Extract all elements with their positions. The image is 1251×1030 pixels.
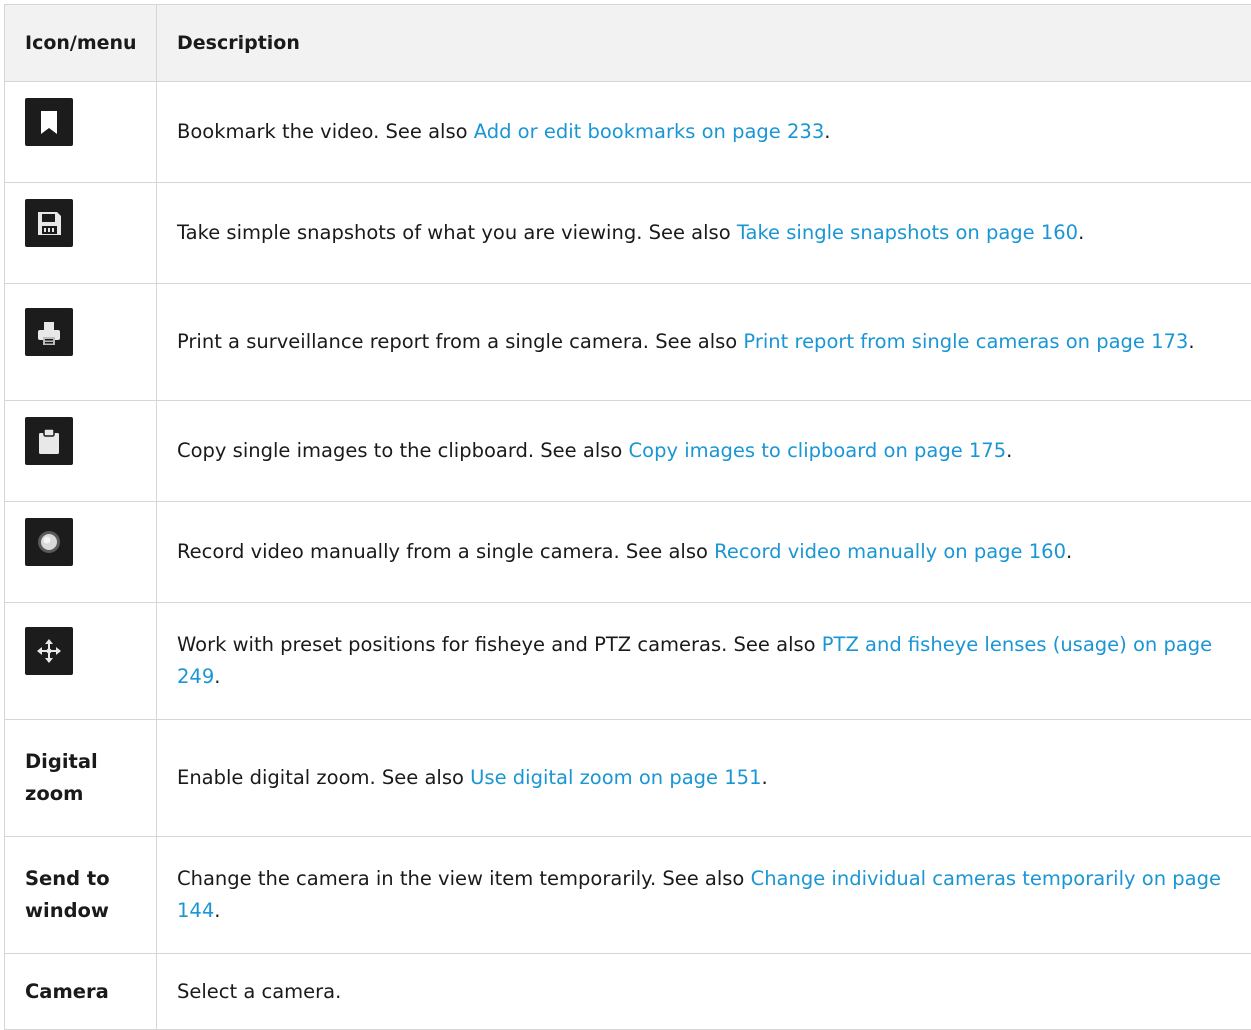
description-end: . bbox=[1066, 540, 1072, 563]
description-end: . bbox=[1188, 330, 1194, 353]
description-end: . bbox=[1078, 221, 1084, 244]
table-row: Print a surveillance report from a singl… bbox=[5, 284, 1251, 401]
clipboard-icon bbox=[25, 417, 73, 465]
description-cell: Bookmark the video. See also Add or edit… bbox=[157, 82, 1251, 183]
table-row: Send to window Change the camera in the … bbox=[5, 837, 1251, 954]
header-description: Description bbox=[157, 5, 1251, 82]
description-cell: Change the camera in the view item tempo… bbox=[157, 837, 1251, 954]
description-text: Bookmark the video. See also bbox=[177, 120, 474, 143]
link-take-single-snapshots[interactable]: Take single snapshots on page 160 bbox=[737, 221, 1078, 244]
menu-label-send-to-window: Send to window bbox=[5, 837, 157, 954]
icon-cell bbox=[5, 502, 157, 603]
table-row: Camera Select a camera. bbox=[5, 954, 1251, 1030]
description-end: . bbox=[761, 766, 767, 789]
description-cell: Copy single images to the clipboard. See… bbox=[157, 401, 1251, 502]
link-copy-images-to-clipboard[interactable]: Copy images to clipboard on page 175 bbox=[629, 439, 1007, 462]
print-icon bbox=[25, 308, 73, 356]
description-text: Record video manually from a single came… bbox=[177, 540, 714, 563]
icon-cell bbox=[5, 401, 157, 502]
description-text: Change the camera in the view item tempo… bbox=[177, 867, 751, 890]
menu-label-digital-zoom: Digital zoom bbox=[5, 720, 157, 837]
description-end: . bbox=[214, 665, 220, 688]
bookmark-icon bbox=[25, 98, 73, 146]
description-text: Select a camera. bbox=[177, 980, 341, 1003]
icon-cell bbox=[5, 284, 157, 401]
link-record-video-manually[interactable]: Record video manually on page 160 bbox=[714, 540, 1066, 563]
header-icon-menu: Icon/menu bbox=[5, 5, 157, 82]
description-text: Copy single images to the clipboard. See… bbox=[177, 439, 629, 462]
description-cell: Work with preset positions for fisheye a… bbox=[157, 603, 1251, 720]
description-cell: Take simple snapshots of what you are vi… bbox=[157, 183, 1251, 284]
record-icon bbox=[25, 518, 73, 566]
description-text: Take simple snapshots of what you are vi… bbox=[177, 221, 737, 244]
icon-menu-table: Icon/menu Description Bookmark the video… bbox=[4, 4, 1251, 1030]
table-row: Digital zoom Enable digital zoom. See al… bbox=[5, 720, 1251, 837]
link-use-digital-zoom[interactable]: Use digital zoom on page 151 bbox=[470, 766, 761, 789]
table-header-row: Icon/menu Description bbox=[5, 5, 1251, 82]
icon-cell bbox=[5, 183, 157, 284]
table-row: Take simple snapshots of what you are vi… bbox=[5, 183, 1251, 284]
link-print-report[interactable]: Print report from single cameras on page… bbox=[743, 330, 1188, 353]
icon-cell bbox=[5, 82, 157, 183]
table-row: Bookmark the video. See also Add or edit… bbox=[5, 82, 1251, 183]
table-row: Work with preset positions for fisheye a… bbox=[5, 603, 1251, 720]
link-add-or-edit-bookmarks[interactable]: Add or edit bookmarks on page 233 bbox=[474, 120, 825, 143]
table-row: Copy single images to the clipboard. See… bbox=[5, 401, 1251, 502]
ptz-move-icon bbox=[25, 627, 73, 675]
description-text: Print a surveillance report from a singl… bbox=[177, 330, 743, 353]
table-row: Record video manually from a single came… bbox=[5, 502, 1251, 603]
description-text: Work with preset positions for fisheye a… bbox=[177, 633, 822, 656]
icon-cell bbox=[5, 603, 157, 720]
menu-label-camera: Camera bbox=[5, 954, 157, 1030]
description-cell: Select a camera. bbox=[157, 954, 1251, 1030]
save-icon bbox=[25, 199, 73, 247]
description-end: . bbox=[1006, 439, 1012, 462]
description-end: . bbox=[214, 899, 220, 922]
description-cell: Enable digital zoom. See also Use digita… bbox=[157, 720, 1251, 837]
description-cell: Print a surveillance report from a singl… bbox=[157, 284, 1251, 401]
description-cell: Record video manually from a single came… bbox=[157, 502, 1251, 603]
description-text: Enable digital zoom. See also bbox=[177, 766, 470, 789]
description-end: . bbox=[824, 120, 830, 143]
